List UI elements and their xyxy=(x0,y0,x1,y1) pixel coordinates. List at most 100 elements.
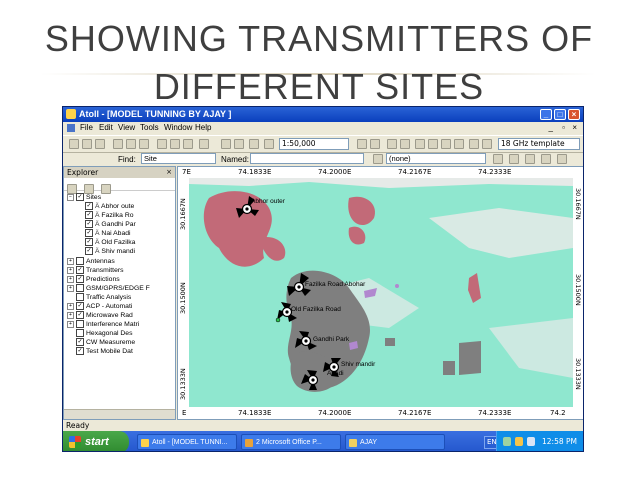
document-icon[interactable] xyxy=(67,124,75,132)
checkbox-unchecked[interactable] xyxy=(76,320,84,329)
site-tool-icon[interactable] xyxy=(469,139,479,149)
text-tool-icon[interactable] xyxy=(509,154,519,164)
pan-icon[interactable] xyxy=(249,139,259,149)
sound-icon[interactable] xyxy=(515,437,523,446)
taskbar-item-atoll[interactable]: Atoll - [MODEL TUNNI... xyxy=(137,434,237,450)
antenna-tool-icon[interactable] xyxy=(482,139,492,149)
save-icon[interactable] xyxy=(95,139,105,149)
collapse-icon[interactable]: − xyxy=(67,193,74,201)
minimize-button[interactable]: _ xyxy=(540,109,552,120)
checkbox-checked[interactable]: ✓ xyxy=(76,311,84,320)
tree-folder[interactable]: ✓ CW Measureme xyxy=(76,338,135,347)
binoculars-icon[interactable] xyxy=(441,139,451,149)
refresh-icon[interactable] xyxy=(557,154,567,164)
expand-icon[interactable]: + xyxy=(67,302,74,310)
checkbox-checked[interactable]: ✓ xyxy=(76,302,84,311)
menu-help[interactable]: Help xyxy=(195,122,211,134)
new-icon[interactable] xyxy=(69,139,79,149)
open-icon[interactable] xyxy=(82,139,92,149)
checkbox-checked[interactable]: ✓ xyxy=(85,247,93,256)
checkbox-checked[interactable]: ✓ xyxy=(85,211,93,220)
checkbox-checked[interactable]: ✓ xyxy=(76,193,84,202)
maximize-button[interactable]: □ xyxy=(554,109,566,120)
menu-window[interactable]: Window xyxy=(164,122,192,134)
expand-icon[interactable]: + xyxy=(67,257,74,265)
checkbox-checked[interactable]: ✓ xyxy=(85,238,93,247)
scale-select[interactable]: 1:50,000 xyxy=(279,138,349,150)
window-titlebar[interactable]: Atoll - [MODEL TUNNING BY AJAY ] _ □ × xyxy=(63,107,583,122)
network-icon[interactable] xyxy=(503,437,511,446)
tree-site-item[interactable]: ✓ Ä Old Fazilka xyxy=(85,238,135,247)
doc-restore-button[interactable]: ▫ xyxy=(562,122,565,134)
expand-icon[interactable]: + xyxy=(67,320,74,328)
search-next-icon[interactable] xyxy=(493,154,503,164)
tree-site-item[interactable]: ✓ Ä Abhor oute xyxy=(85,202,134,211)
filter-select[interactable]: (none) xyxy=(386,153,486,164)
tree-site-item[interactable]: ✓ Ä Gandhi Par xyxy=(85,220,136,229)
filter-icon[interactable] xyxy=(373,154,383,164)
tree-folder[interactable]: ✓ Test Mobile Dat xyxy=(76,347,133,356)
tree-sites[interactable]: − ✓ Sites xyxy=(67,193,101,202)
template-select[interactable]: 18 GHz template xyxy=(498,138,580,150)
start-button[interactable]: start xyxy=(63,431,129,451)
menu-view[interactable]: View xyxy=(118,122,135,134)
find-select[interactable]: Site xyxy=(141,153,216,164)
tree-folder[interactable]: + GSM/GPRS/EDGE F xyxy=(67,284,150,293)
modules-tab-icon[interactable] xyxy=(101,184,112,194)
checkbox-checked[interactable]: ✓ xyxy=(76,347,84,356)
pointer-icon[interactable] xyxy=(234,139,244,149)
zoom-icon[interactable] xyxy=(264,139,274,149)
point-analysis-icon[interactable] xyxy=(454,139,464,149)
tree-folder[interactable]: + ✓ Microwave Rad xyxy=(67,311,133,320)
taskbar-item-office[interactable]: 2 Microsoft Office P... xyxy=(241,434,341,450)
tree-folder[interactable]: + ✓ Predictions xyxy=(67,275,120,284)
paste-icon[interactable] xyxy=(139,139,149,149)
menu-file[interactable]: File xyxy=(80,122,93,134)
checkbox-checked[interactable]: ✓ xyxy=(76,266,84,275)
stop-icon[interactable] xyxy=(199,139,209,149)
menu-tools[interactable]: Tools xyxy=(140,122,159,134)
back-arrow-icon[interactable] xyxy=(357,139,367,149)
gear-icon[interactable] xyxy=(525,154,535,164)
named-input[interactable] xyxy=(250,153,364,164)
checkbox-checked[interactable]: ✓ xyxy=(85,229,93,238)
expand-icon[interactable]: + xyxy=(67,284,74,292)
tree-folder[interactable]: + Interference Matri xyxy=(67,320,139,329)
tree-site-item[interactable]: ✓ Ä Fazilka Ro xyxy=(85,211,134,220)
expand-icon[interactable]: + xyxy=(67,311,74,319)
tree-folder[interactable]: Traffic Analysis xyxy=(76,293,131,302)
menu-edit[interactable]: Edit xyxy=(99,122,113,134)
explorer-hscrollbar[interactable] xyxy=(64,409,175,419)
tooltip-icon[interactable] xyxy=(415,139,425,149)
taskbar-item-ajay[interactable]: AJAY xyxy=(345,434,445,450)
tree-folder[interactable]: Hexagonal Des xyxy=(76,329,132,338)
tree-folder[interactable]: + ✓ Transmitters xyxy=(67,266,124,275)
monitor-icon[interactable] xyxy=(527,437,535,446)
zoom-out-icon[interactable] xyxy=(400,139,410,149)
print-icon[interactable] xyxy=(157,139,167,149)
tree-site-item[interactable]: ✓ Ä Shiv mandi xyxy=(85,247,135,256)
checkbox-checked[interactable]: ✓ xyxy=(76,338,84,347)
terrain-map[interactable]: Abhor outer Fazilka Road Abohar Old Fazi… xyxy=(189,178,573,409)
tree-folder[interactable]: + Antennas xyxy=(67,257,115,266)
measure-icon[interactable] xyxy=(428,139,438,149)
calculate-icon[interactable] xyxy=(183,139,193,149)
checkbox-unchecked[interactable] xyxy=(76,284,84,293)
checkbox-unchecked[interactable] xyxy=(76,293,84,302)
doc-minimize-button[interactable]: _ xyxy=(549,122,553,134)
close-button[interactable]: × xyxy=(568,109,580,120)
checkbox-checked[interactable]: ✓ xyxy=(85,202,93,211)
checkbox-unchecked[interactable] xyxy=(76,257,84,266)
forward-arrow-icon[interactable] xyxy=(370,139,380,149)
tree-site-item[interactable]: ✓ Ä Nai Abadi xyxy=(85,229,131,238)
checkbox-checked[interactable]: ✓ xyxy=(85,220,93,229)
print-preview-icon[interactable] xyxy=(170,139,180,149)
copy-icon[interactable] xyxy=(126,139,136,149)
doc-close-button[interactable]: × xyxy=(572,122,577,134)
checkbox-checked[interactable]: ✓ xyxy=(76,275,84,284)
tree-folder[interactable]: + ✓ ACP - Automati xyxy=(67,302,132,311)
explorer-close-icon[interactable]: × xyxy=(166,167,172,178)
checkbox-unchecked[interactable] xyxy=(76,329,84,338)
expand-icon[interactable]: + xyxy=(67,266,74,274)
select-arrow-icon[interactable] xyxy=(221,139,231,149)
